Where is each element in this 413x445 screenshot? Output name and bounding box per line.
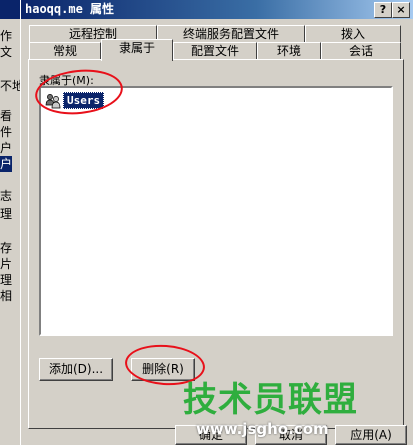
background-fragment: 理 xyxy=(0,273,13,287)
background-fragment: 志 xyxy=(0,189,13,203)
help-icon[interactable]: ? xyxy=(374,2,392,18)
tab-general[interactable]: 常规 xyxy=(29,42,101,59)
remove-button[interactable]: 删除(R) xyxy=(131,358,195,381)
tab-environment[interactable]: 环境 xyxy=(257,42,321,59)
tab-terminal-services-profile[interactable]: 终端服务配置文件 xyxy=(157,25,305,42)
user-group-icon xyxy=(45,93,61,109)
tab-sessions[interactable]: 会话 xyxy=(321,42,401,59)
background-fragment: 件 xyxy=(0,125,13,139)
watermark-url: www.jsgho.com xyxy=(196,420,329,438)
properties-dialog: haoqq.me 属性 ? × 远程控制 终端服务配置文件 拨入 常规 隶属于 … xyxy=(20,0,413,445)
background-fragment: 作 xyxy=(0,29,13,43)
watermark-logo-text: 技术员联盟 xyxy=(183,380,358,420)
tab-profile[interactable]: 配置文件 xyxy=(173,42,257,59)
member-of-list[interactable]: Users xyxy=(39,86,393,336)
apply-button[interactable]: 应用(A) xyxy=(335,425,407,445)
member-name: Users xyxy=(63,92,105,109)
background-fragment: 户 xyxy=(0,156,13,172)
background-fragment: 户 xyxy=(0,141,13,155)
background-fragment: 看 xyxy=(0,109,13,123)
background-fragment: 理 xyxy=(0,207,13,221)
tab-dial-in[interactable]: 拨入 xyxy=(305,25,401,42)
background-fragment: 相 xyxy=(0,289,13,303)
dialog-title: haoqq.me 属性 xyxy=(25,2,115,16)
background-fragment: 存 xyxy=(0,241,13,255)
list-item[interactable]: Users xyxy=(45,92,105,109)
background-window-titlebar xyxy=(0,0,22,19)
background-fragment: 文 xyxy=(0,45,13,59)
add-button[interactable]: 添加(D)... xyxy=(39,358,113,381)
background-fragment: 片 xyxy=(0,257,13,271)
close-icon[interactable]: × xyxy=(392,2,410,18)
tab-member-of[interactable]: 隶属于 xyxy=(101,39,173,61)
dialog-titlebar[interactable]: haoqq.me 属性 xyxy=(21,0,413,19)
